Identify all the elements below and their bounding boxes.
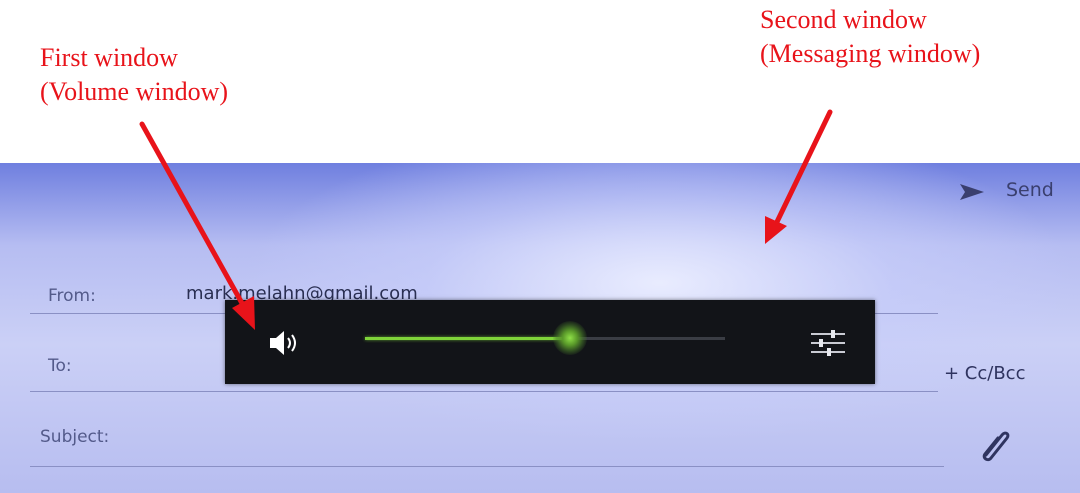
subject-label: Subject: (40, 427, 110, 447)
from-label: From: (48, 286, 96, 306)
sliders-settings-icon[interactable] (809, 328, 847, 358)
second-window-annotation: Second window (Messaging window) (760, 3, 980, 71)
to-label: To: (48, 356, 72, 376)
send-label: Send (1006, 179, 1054, 201)
cc-bcc-button[interactable]: + Cc/Bcc (944, 363, 1025, 384)
send-arrow-icon (960, 184, 984, 200)
subject-field[interactable] (30, 466, 944, 467)
second-window-annotation-title: Second window (760, 5, 927, 34)
volume-slider[interactable] (365, 321, 725, 355)
to-field[interactable] (30, 391, 938, 392)
second-window-annotation-subtitle: (Messaging window) (760, 39, 981, 68)
send-button[interactable]: Send (958, 179, 1068, 205)
volume-slider-thumb[interactable] (553, 321, 588, 355)
first-window-annotation-title: First window (40, 43, 178, 72)
first-window-annotation: First window (Volume window) (40, 41, 228, 109)
first-window-annotation-subtitle: (Volume window) (40, 77, 229, 106)
paperclip-icon[interactable] (974, 425, 1014, 465)
volume-window (225, 300, 875, 384)
speaker-icon (270, 331, 296, 355)
volume-level-fill (365, 337, 571, 340)
messaging-window: Send From: mark.melahn@gmail.com To: + C… (0, 163, 1080, 493)
